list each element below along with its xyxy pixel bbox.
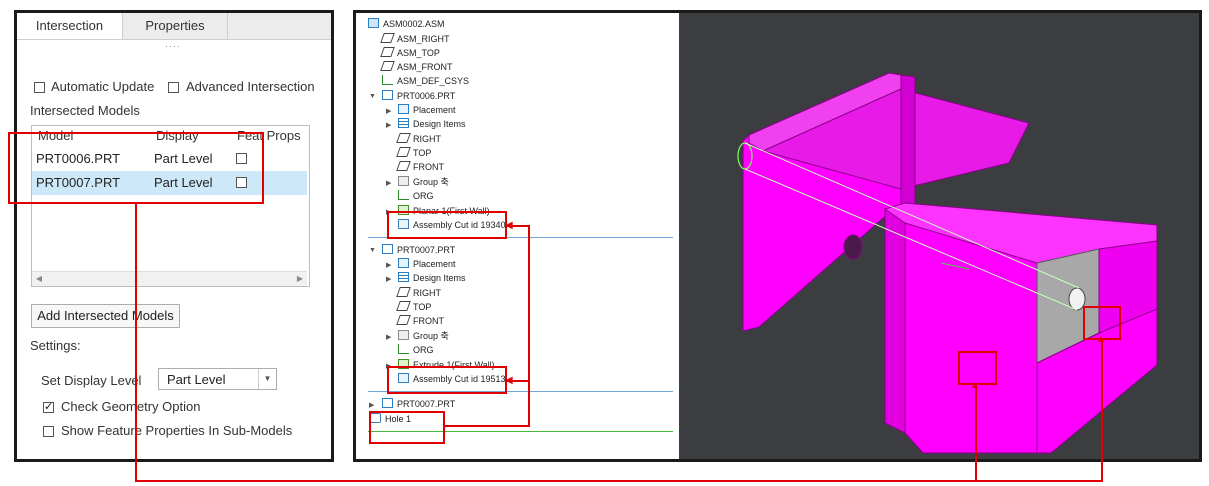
csys-icon bbox=[398, 190, 409, 200]
automatic-update-label: Automatic Update bbox=[51, 79, 155, 94]
design-items-icon bbox=[398, 272, 409, 282]
tree-item[interactable]: FRONT bbox=[396, 314, 444, 328]
arrow-up-icon: ▲ bbox=[970, 380, 980, 391]
tree-item[interactable]: ASM_TOP bbox=[380, 46, 440, 60]
part-icon bbox=[382, 90, 393, 100]
bracket-right-front[interactable] bbox=[904, 222, 1038, 454]
check-geometry-checkbox[interactable] bbox=[43, 400, 54, 413]
part-icon bbox=[382, 244, 393, 254]
show-feature-props-label: Show Feature Properties In Sub-Models bbox=[61, 423, 293, 438]
assembly-icon bbox=[368, 18, 379, 28]
tree-item[interactable]: RIGHT bbox=[396, 286, 441, 300]
scroll-right-icon[interactable]: ▶ bbox=[293, 272, 307, 286]
datum-plane-icon bbox=[396, 287, 411, 297]
collapse-icon[interactable]: ▼ bbox=[369, 247, 376, 254]
expand-icon[interactable]: ▶ bbox=[369, 401, 374, 409]
arrow-left-icon: ◀ bbox=[505, 220, 513, 231]
tab-intersection[interactable]: Intersection bbox=[17, 13, 123, 39]
bracket-right-side bbox=[884, 208, 906, 434]
expand-icon[interactable]: ▶ bbox=[386, 179, 391, 187]
design-items-icon bbox=[398, 118, 409, 128]
part-icon bbox=[382, 398, 393, 408]
csys-icon bbox=[382, 75, 393, 85]
tree-item[interactable]: Group 축 bbox=[398, 175, 449, 189]
placement-icon bbox=[398, 258, 409, 268]
expand-icon[interactable]: ▶ bbox=[386, 333, 391, 341]
tree-item[interactable]: FRONT bbox=[396, 160, 444, 174]
3d-model-view[interactable] bbox=[679, 13, 1199, 459]
tree-item-asm[interactable]: ASM0002.ASM bbox=[368, 17, 445, 31]
highlight-table-rows bbox=[8, 132, 264, 204]
resize-grip-icon[interactable]: ···· bbox=[165, 41, 181, 51]
show-feature-props-checkbox[interactable] bbox=[43, 426, 54, 437]
connector-line bbox=[135, 480, 1103, 482]
tree-item[interactable]: ORG bbox=[398, 343, 434, 357]
datum-plane-icon bbox=[380, 61, 395, 71]
display-level-value: Part Level bbox=[167, 372, 226, 387]
group-icon bbox=[398, 176, 409, 186]
placement-icon bbox=[398, 104, 409, 114]
expand-icon[interactable]: ▶ bbox=[386, 107, 391, 115]
highlight-assembly-cut-19340 bbox=[387, 211, 507, 239]
datum-plane-icon bbox=[396, 147, 411, 157]
chevron-down-icon[interactable]: ▼ bbox=[258, 369, 276, 389]
highlight-assembly-cut-19513 bbox=[387, 366, 507, 394]
tree-item-part[interactable]: PRT0006.PRT bbox=[382, 89, 455, 103]
intersected-models-label: Intersected Models bbox=[30, 103, 140, 118]
automatic-update-checkbox[interactable] bbox=[34, 82, 45, 93]
tree-item[interactable]: RIGHT bbox=[396, 132, 441, 146]
connector-line bbox=[975, 385, 977, 481]
datum-plane-icon bbox=[396, 301, 411, 311]
tree-item[interactable]: TOP bbox=[396, 300, 431, 314]
horizontal-scrollbar[interactable]: ◀ ▶ bbox=[32, 271, 307, 286]
group-icon bbox=[398, 330, 409, 340]
expand-icon[interactable]: ▶ bbox=[386, 261, 391, 269]
display-level-select[interactable]: Part Level ▼ bbox=[158, 368, 277, 390]
display-level-label: Set Display Level bbox=[41, 373, 142, 388]
tree-item[interactable]: Design Items bbox=[398, 271, 466, 285]
tree-item[interactable]: Design Items bbox=[398, 117, 466, 131]
datum-plane-icon bbox=[380, 33, 395, 43]
highlight-hole-1 bbox=[369, 411, 445, 444]
tree-item[interactable]: ASM_RIGHT bbox=[380, 32, 450, 46]
connector-line bbox=[528, 225, 530, 427]
tree-item-part[interactable]: PRT0007.PRT bbox=[382, 243, 455, 257]
advanced-intersection-label: Advanced Intersection bbox=[186, 79, 315, 94]
graphics-viewport[interactable] bbox=[679, 13, 1199, 459]
datum-plane-icon bbox=[396, 315, 411, 325]
expand-icon[interactable]: ▶ bbox=[386, 275, 391, 283]
datum-plane-icon bbox=[396, 133, 411, 143]
check-geometry-label: Check Geometry Option bbox=[61, 399, 201, 414]
datum-plane-icon bbox=[396, 161, 411, 171]
tree-item-part[interactable]: PRT0007.PRT bbox=[382, 397, 455, 411]
tree-item[interactable]: Group 축 bbox=[398, 329, 449, 343]
add-intersected-models-button[interactable]: Add Intersected Models bbox=[31, 304, 180, 328]
settings-label: Settings: bbox=[30, 338, 81, 353]
tree-item[interactable]: TOP bbox=[396, 146, 431, 160]
tree-item[interactable]: ASM_FRONT bbox=[380, 60, 453, 74]
tab-properties[interactable]: Properties bbox=[123, 13, 228, 39]
connector-line bbox=[135, 204, 137, 482]
left-hole-icon bbox=[843, 234, 863, 260]
intersection-panel: Intersection Properties ···· Automatic U… bbox=[14, 10, 334, 462]
tree-item[interactable]: Placement bbox=[398, 257, 456, 271]
tree-item[interactable]: Placement bbox=[398, 103, 456, 117]
connector-line bbox=[445, 425, 530, 427]
panel-tabs: Intersection Properties bbox=[17, 13, 331, 40]
scroll-left-icon[interactable]: ◀ bbox=[32, 272, 46, 286]
arrow-left-icon: ◀ bbox=[505, 375, 513, 386]
tree-item[interactable]: ORG bbox=[398, 189, 434, 203]
advanced-intersection-checkbox[interactable] bbox=[168, 82, 179, 93]
collapse-icon[interactable]: ▼ bbox=[369, 93, 376, 100]
datum-plane-icon bbox=[380, 47, 395, 57]
csys-icon bbox=[398, 344, 409, 354]
connector-line bbox=[1101, 340, 1103, 481]
expand-icon[interactable]: ▶ bbox=[386, 121, 391, 129]
bracket-left-edge bbox=[900, 74, 916, 214]
tree-item[interactable]: ASM_DEF_CSYS bbox=[382, 74, 469, 88]
arrow-up-icon: ▲ bbox=[1096, 334, 1106, 345]
